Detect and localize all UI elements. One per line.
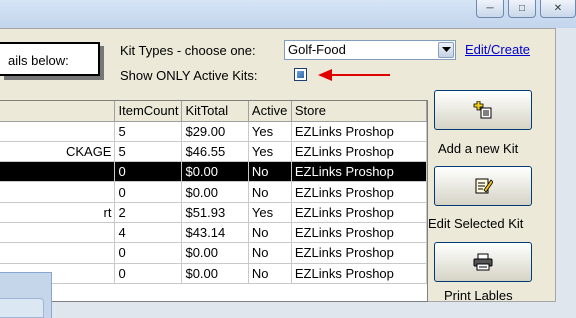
minimize-icon: ─	[486, 3, 494, 14]
cell-itemcount: 0	[114, 161, 183, 183]
cell-name	[0, 242, 116, 264]
minimize-button[interactable]: ─	[476, 0, 504, 18]
chevron-down-icon	[441, 47, 451, 52]
cell-store: EZLinks Proshop	[291, 121, 427, 142]
table-row[interactable]: rt 2 $51.93 Yes EZLinks Proshop	[0, 202, 427, 223]
grid-header-row: ItemCount KitTotal Active Store	[0, 101, 427, 122]
cell-active: Yes	[248, 141, 292, 163]
cell-store: EZLinks Proshop	[291, 263, 427, 284]
table-row[interactable]: 0 $0.00 No EZLinks Proshop	[0, 263, 427, 284]
add-kit-label[interactable]: Add a new Kit	[438, 141, 518, 156]
col-header-store[interactable]: Store	[291, 101, 427, 122]
active-only-label: Show ONLY Active Kits:	[120, 68, 258, 83]
cell-kittotal: $0.00	[181, 181, 249, 203]
close-button[interactable]: ✕	[540, 0, 576, 18]
cell-kittotal: $0.00	[181, 263, 249, 284]
dropdown-button[interactable]	[438, 42, 454, 58]
close-icon: ✕	[553, 3, 563, 14]
print-labels-label[interactable]: Print Lables	[444, 288, 513, 303]
kit-type-value: Golf-Food	[288, 42, 346, 57]
cell-store: EZLinks Proshop	[291, 222, 427, 244]
col-header-itemcount[interactable]: ItemCount	[114, 101, 183, 122]
cell-name: CKAGE	[0, 141, 116, 163]
print-labels-button[interactable]	[434, 242, 532, 282]
cell-active: Yes	[248, 121, 292, 142]
cell-kittotal: $0.00	[181, 161, 249, 183]
cell-active: No	[248, 161, 292, 183]
cell-kittotal: $46.55	[181, 141, 249, 163]
col-header-active[interactable]: Active	[248, 101, 292, 122]
cell-kittotal: $51.93	[181, 202, 249, 223]
window-titlebar: ─ □ ✕	[0, 0, 576, 28]
cell-name: rt	[0, 202, 116, 223]
cell-active: Yes	[248, 202, 292, 223]
cell-itemcount: 5	[114, 121, 183, 142]
cell-store: EZLinks Proshop	[291, 202, 427, 223]
printer-icon	[473, 253, 493, 271]
table-row[interactable]: CKAGE 5 $46.55 Yes EZLinks Proshop	[0, 141, 427, 163]
col-header-name[interactable]	[0, 101, 116, 122]
kit-types-label: Kit Types - choose one:	[120, 43, 256, 58]
cell-kittotal: $43.14	[181, 222, 249, 244]
cell-name	[0, 161, 116, 183]
cell-active: No	[248, 242, 292, 264]
active-only-checkbox[interactable]	[294, 68, 307, 81]
cell-itemcount: 0	[114, 263, 183, 284]
cell-itemcount: 2	[114, 202, 183, 223]
cell-kittotal: $0.00	[181, 242, 249, 264]
cell-kittotal: $29.00	[181, 121, 249, 142]
annotation-arrow-icon	[318, 69, 390, 81]
cell-store: EZLinks Proshop	[291, 161, 427, 183]
kit-type-select[interactable]: Golf-Food	[284, 40, 456, 60]
edit-kit-button[interactable]	[434, 166, 532, 206]
cell-active: No	[248, 222, 292, 244]
cell-store: EZLinks Proshop	[291, 141, 427, 163]
table-row[interactable]: 4 $43.14 No EZLinks Proshop	[0, 222, 427, 244]
cell-name	[0, 121, 116, 142]
edit-document-icon	[475, 178, 493, 194]
maximize-icon: □	[518, 3, 526, 14]
cell-name	[0, 181, 116, 203]
cell-itemcount: 0	[114, 181, 183, 203]
table-row[interactable]: 0 $0.00 No EZLinks Proshop	[0, 242, 427, 264]
cell-store: EZLinks Proshop	[291, 181, 427, 203]
col-header-kittotal[interactable]: KitTotal	[181, 101, 249, 122]
cell-name	[0, 222, 116, 244]
kits-grid[interactable]: ItemCount KitTotal Active Store 5 $29.00…	[0, 100, 428, 302]
edit-kit-label[interactable]: Edit Selected Kit	[428, 216, 523, 231]
table-row[interactable]: 5 $29.00 Yes EZLinks Proshop	[0, 121, 427, 142]
add-kit-button[interactable]	[434, 90, 532, 130]
cell-itemcount: 0	[114, 242, 183, 264]
table-row-selected[interactable]: 0 $0.00 No EZLinks Proshop	[0, 161, 427, 183]
cell-store: EZLinks Proshop	[291, 242, 427, 264]
window-right-edge	[556, 28, 576, 318]
instruction-label: ails below:	[0, 42, 100, 76]
table-row[interactable]: 0 $0.00 No EZLinks Proshop	[0, 181, 427, 203]
add-kit-icon	[473, 101, 492, 119]
checkbox-checked-indicator	[297, 71, 304, 78]
cell-active: No	[248, 263, 292, 284]
cell-itemcount: 5	[114, 141, 183, 163]
background-window-tab	[0, 298, 44, 318]
cell-active: No	[248, 181, 292, 203]
edit-create-link[interactable]: Edit/Create	[465, 42, 530, 57]
cell-itemcount: 4	[114, 222, 183, 244]
maximize-button[interactable]: □	[508, 0, 536, 18]
